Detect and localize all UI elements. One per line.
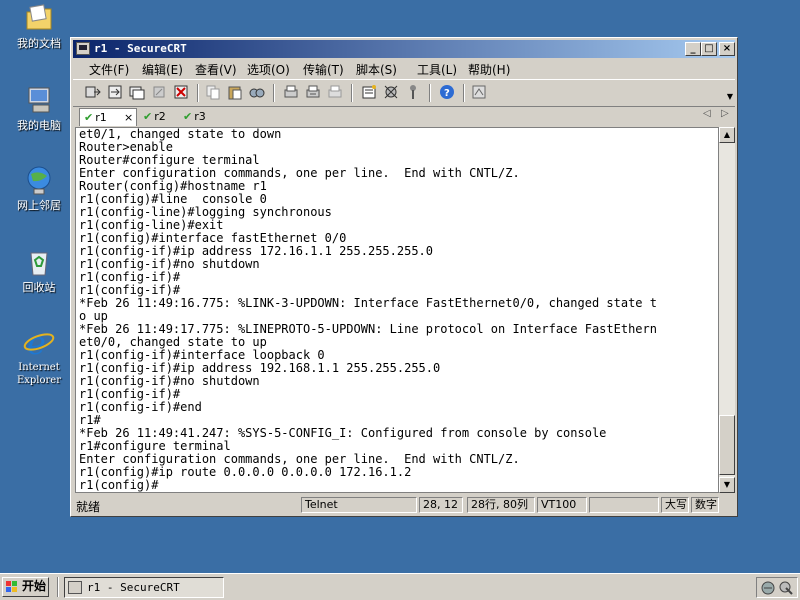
menu-options[interactable]: 选项(O) [247, 61, 290, 78]
help-icon[interactable]: ? [439, 84, 455, 100]
window-title: r1 - SecureCRT [94, 42, 187, 55]
toolbar-separator [273, 84, 275, 102]
reconnect-icon[interactable] [151, 84, 167, 100]
status-caps-lock: 大写 [661, 497, 689, 513]
tab-r3[interactable]: ✔ r3 [183, 108, 219, 126]
disconnect-icon[interactable] [173, 84, 189, 100]
scroll-up-icon[interactable]: ▲ [719, 127, 735, 143]
status-bar: 就绪 Telnet 28, 12 28行, 80列 VT100 大写 数字 [73, 496, 735, 514]
menu-edit[interactable]: 编辑(E) [142, 61, 183, 78]
copy-icon[interactable] [205, 84, 221, 100]
scroll-down-icon[interactable]: ▼ [719, 477, 735, 493]
securecrt-window: r1 - SecureCRT _ □ × 文件(F) 编辑(E) 查看(V) 选… [70, 37, 738, 517]
start-button[interactable]: 开始 [2, 577, 49, 597]
desktop-icon-my-documents[interactable]: 我的文档 [6, 2, 72, 50]
desktop-icon-my-computer[interactable]: 我的电脑 [6, 84, 72, 132]
desktop-icon-recycle-bin[interactable]: 回收站 [6, 246, 72, 294]
connect-icon[interactable] [85, 84, 101, 100]
desktop-icon-label: 我的文档 [17, 37, 61, 50]
status-cursor-position: 28, 12 [419, 497, 463, 513]
keymap-icon[interactable] [405, 84, 421, 100]
status-rows-cols: 28行, 80列 [467, 497, 535, 513]
tab-label: r3 [194, 110, 206, 123]
system-tray [756, 577, 798, 598]
toolbar-overflow-chevron-icon[interactable]: ▼ [727, 92, 733, 101]
status-emulation: VT100 [537, 497, 587, 513]
menu-view[interactable]: 查看(V) [195, 61, 237, 78]
connected-check-icon: ✔ [143, 110, 153, 123]
taskbar-separator [57, 577, 59, 597]
desktop-icon-label: 回收站 [22, 281, 56, 294]
vertical-scrollbar[interactable]: ▲ ▼ [719, 127, 735, 493]
title-bar[interactable]: r1 - SecureCRT _ □ × [73, 40, 735, 58]
close-button[interactable]: × [719, 42, 735, 56]
internet-explorer-icon: e [23, 324, 55, 362]
status-protocol: Telnet [301, 497, 417, 513]
desktop-icon-network-places[interactable]: 网上邻居 [6, 164, 72, 212]
menu-bar: 文件(F) 编辑(E) 查看(V) 选项(O) 传输(T) 脚本(S) 工具(L… [73, 59, 735, 78]
toolbar: ? ▼ [73, 79, 735, 107]
sftp-icon[interactable] [471, 84, 487, 100]
desktop-icon-label: 我的电脑 [17, 119, 61, 132]
tab-r1[interactable]: ✔ r1 × [79, 108, 137, 126]
session-options-icon[interactable] [361, 84, 377, 100]
securecrt-app-icon[interactable] [76, 42, 90, 55]
session-tab-bar: ✔ r1 × ✔ r2 ✔ r3 ◁ ▷ [73, 107, 735, 126]
maximize-button[interactable]: □ [701, 42, 717, 56]
toolbar-separator [463, 84, 465, 102]
network-places-icon [23, 164, 55, 196]
find-icon[interactable] [249, 84, 265, 100]
menu-tools[interactable]: 工具(L) [417, 61, 457, 78]
tab-label: r2 [154, 110, 166, 123]
my-computer-icon [23, 84, 55, 116]
tab-label: r1 [95, 111, 107, 124]
quick-connect-icon[interactable] [107, 84, 123, 100]
print-icon[interactable] [283, 84, 299, 100]
taskbar-item-securecrt[interactable]: r1 - SecureCRT [64, 577, 224, 598]
my-documents-icon [23, 2, 55, 34]
svg-text:?: ? [444, 88, 450, 99]
toolbar-separator [197, 84, 199, 102]
menu-help[interactable]: 帮助(H) [468, 61, 510, 78]
terminal-line: r1(config)# [79, 478, 159, 492]
tab-scroll-right-icon[interactable]: ▷ [721, 108, 729, 119]
securecrt-app-icon [68, 581, 82, 594]
scrollbar-thumb[interactable] [719, 415, 735, 475]
minimize-button[interactable]: _ [685, 42, 701, 56]
tray-security-icon[interactable] [778, 580, 794, 596]
status-num-lock: 数字 [691, 497, 719, 513]
connected-check-icon: ✔ [84, 111, 94, 124]
status-blank [589, 497, 659, 513]
taskbar-item-label: r1 - SecureCRT [87, 581, 180, 594]
connected-check-icon: ✔ [183, 110, 193, 123]
tab-r2[interactable]: ✔ r2 [143, 108, 179, 126]
tray-network-icon[interactable] [760, 580, 776, 596]
toolbar-separator [351, 84, 353, 102]
menu-file[interactable]: 文件(F) [89, 61, 129, 78]
start-label: 开始 [22, 579, 47, 593]
menu-transfer[interactable]: 传输(T) [303, 61, 344, 78]
status-ready: 就绪 [76, 500, 101, 514]
global-options-icon[interactable] [383, 84, 399, 100]
desktop-icon-label: Internet Explorer [16, 362, 62, 386]
recycle-bin-icon [23, 246, 55, 278]
tab-close-icon[interactable]: × [124, 109, 133, 127]
terminal-line: *Feb 26 11:49:16.775: %LINK-3-UPDOWN: In… [79, 296, 657, 310]
desktop-icon-label: 网上邻居 [17, 199, 61, 212]
connect-in-tab-icon[interactable] [129, 84, 145, 100]
taskbar: 开始 r1 - SecureCRT [0, 573, 800, 600]
print-selection-icon[interactable] [305, 84, 321, 100]
tab-scroll-left-icon[interactable]: ◁ [703, 108, 711, 119]
print-setup-icon[interactable] [327, 84, 343, 100]
windows-flag-icon [6, 581, 18, 593]
paste-icon[interactable] [227, 84, 243, 100]
terminal-output[interactable]: et0/1, changed state to down Router>enabl… [75, 127, 719, 493]
toolbar-separator [429, 84, 431, 102]
menu-script[interactable]: 脚本(S) [356, 61, 397, 78]
svg-text:e: e [27, 326, 46, 358]
desktop-icon-internet-explorer[interactable]: e Internet Explorer [6, 324, 72, 387]
